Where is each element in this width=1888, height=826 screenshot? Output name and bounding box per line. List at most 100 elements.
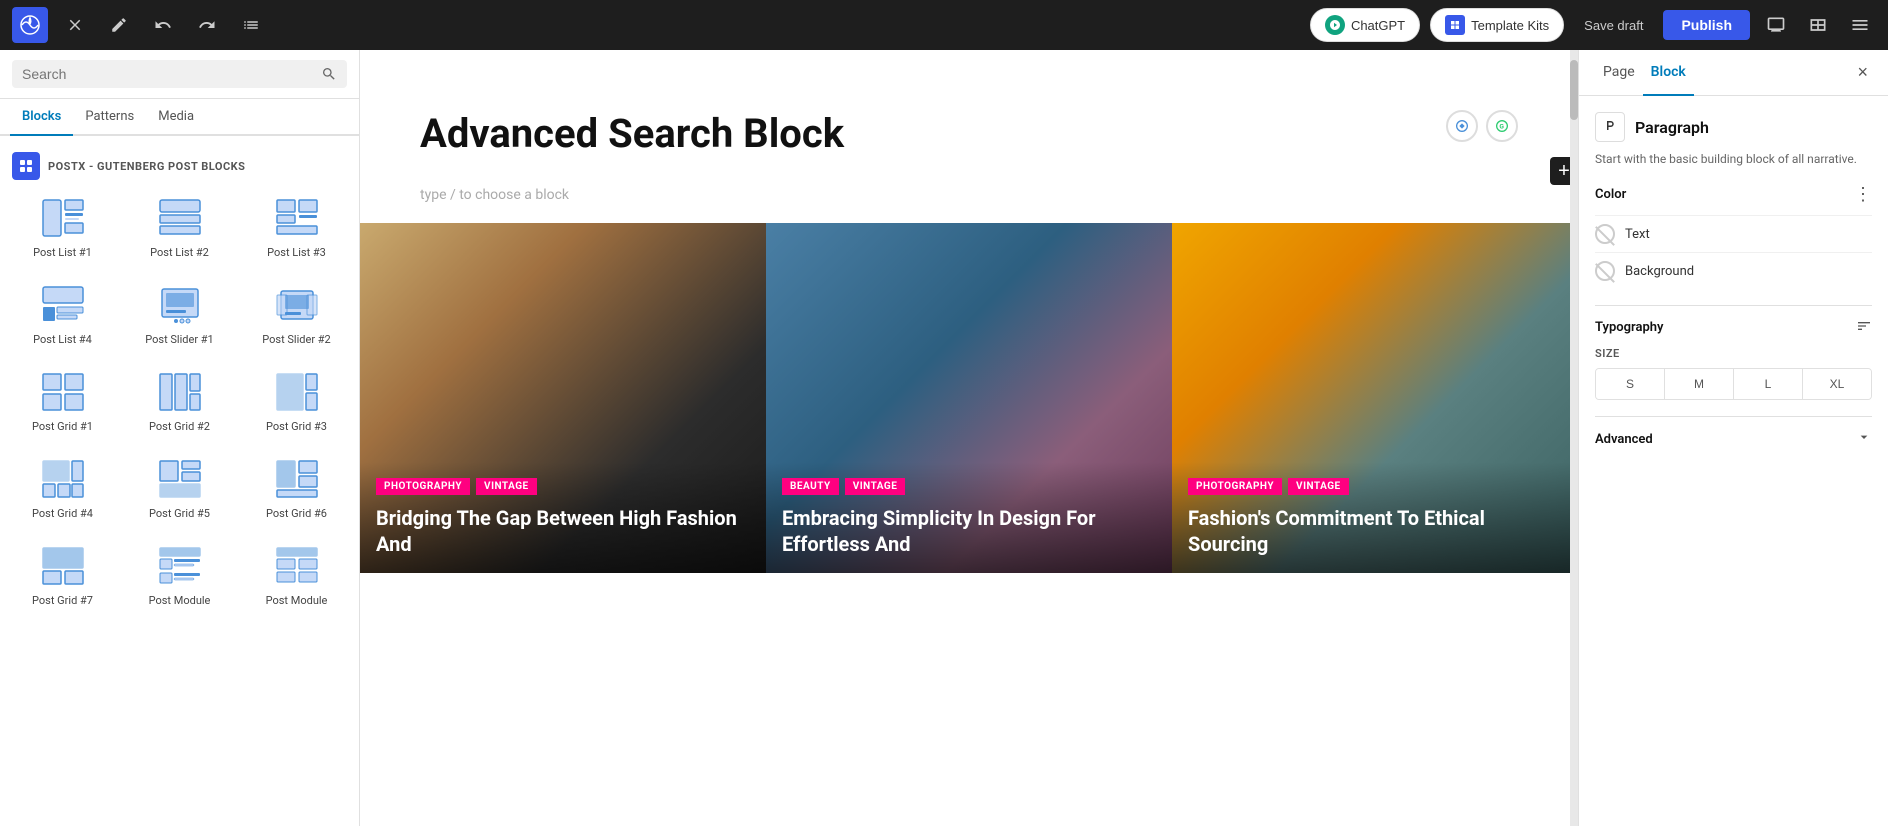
sidebar-icon (1850, 15, 1870, 35)
typography-settings-button[interactable] (1856, 318, 1872, 337)
post-grid-3-icon (275, 372, 319, 412)
block-icon (39, 457, 87, 501)
text-color-swatch[interactable] (1595, 224, 1615, 244)
block-label: Post Grid #7 (32, 594, 93, 607)
tab-patterns[interactable]: Patterns (73, 99, 146, 136)
block-label: Post Slider #2 (262, 333, 330, 346)
g-circle-icon: G (1494, 118, 1510, 134)
typography-title: Typography (1595, 320, 1664, 335)
block-icon (39, 544, 87, 588)
edit-icon (110, 16, 128, 34)
block-item-post-grid-7[interactable]: Post Grid #7 (10, 538, 115, 613)
block-item-post-module-2[interactable]: Post Module (244, 538, 349, 613)
size-s-button[interactable]: S (1596, 369, 1665, 399)
block-icon (156, 196, 204, 240)
redo-button[interactable] (190, 10, 224, 40)
block-item-post-slider-2[interactable]: Post Slider #2 (244, 277, 349, 352)
advanced-header[interactable]: Advanced (1595, 416, 1872, 461)
search-input[interactable] (22, 66, 313, 82)
left-sidebar: Blocks Patterns Media POSTX - GUTENBERG … (0, 50, 360, 826)
block-item-post-list-3[interactable]: Post List #3 (244, 190, 349, 265)
svg-text:G: G (1499, 123, 1504, 131)
card-title-3: Fashion's Commitment To Ethical Sourcing (1188, 505, 1562, 557)
color-section: Color ⋮ Text Background (1595, 184, 1872, 289)
text-color-label: Text (1625, 227, 1650, 242)
post-grid-2-icon (158, 372, 202, 412)
right-tab-block[interactable]: Block (1643, 50, 1694, 96)
post-module-1-icon (158, 546, 202, 586)
right-sidebar-close-button[interactable]: × (1853, 58, 1872, 87)
tab-media[interactable]: Media (146, 99, 206, 136)
paragraph-icon (1595, 112, 1625, 142)
close-button[interactable] (58, 10, 92, 40)
color-menu-button[interactable]: ⋮ (1854, 184, 1872, 205)
wordpress-icon (20, 15, 40, 35)
chatgpt-button[interactable]: ChatGPT (1310, 8, 1420, 42)
postx-editor-icon[interactable] (1446, 110, 1478, 142)
monitor-icon (1766, 15, 1786, 35)
template-kits-logo-icon (1449, 19, 1461, 31)
block-item-post-slider-1[interactable]: Post Slider #1 (127, 277, 232, 352)
block-label: Post Slider #1 (145, 333, 213, 346)
save-draft-button[interactable]: Save draft (1574, 12, 1653, 39)
color-section-title: Color (1595, 187, 1626, 202)
block-item-post-grid-1[interactable]: Post Grid #1 (10, 364, 115, 439)
block-label: Post List #1 (33, 246, 92, 259)
wp-logo[interactable] (12, 7, 48, 43)
gutenberg-editor-icon[interactable]: G (1486, 110, 1518, 142)
block-item-post-grid-6[interactable]: Post Grid #6 (244, 451, 349, 526)
size-m-button[interactable]: M (1665, 369, 1734, 399)
block-item-post-list-4[interactable]: Post List #4 (10, 277, 115, 352)
layout-icon (1808, 15, 1828, 35)
paragraph-icon-row: Paragraph (1595, 112, 1872, 142)
tab-blocks[interactable]: Blocks (10, 99, 73, 136)
block-icon (156, 370, 204, 414)
card-title-2: Embracing Simplicity In Design For Effor… (782, 505, 1156, 557)
size-l-button[interactable]: L (1734, 369, 1803, 399)
publish-button[interactable]: Publish (1663, 10, 1750, 40)
template-kits-icon (1445, 15, 1465, 35)
editor-scrollbar-thumb[interactable] (1570, 60, 1578, 120)
panel-section-title: Paragraph (1635, 118, 1709, 137)
list-view-button[interactable] (234, 10, 268, 40)
view-button[interactable] (1760, 9, 1792, 41)
undo-button[interactable] (146, 10, 180, 40)
section-label: POSTX - GUTENBERG POST BLOCKS (48, 160, 245, 173)
panel-section-desc: Start with the basic building block of a… (1595, 150, 1872, 168)
size-xl-button[interactable]: XL (1803, 369, 1871, 399)
editor-scroll[interactable]: Advanced Search Block G type / to choose… (360, 50, 1578, 826)
redo-icon (198, 16, 216, 34)
block-item-post-list-2[interactable]: Post List #2 (127, 190, 232, 265)
section-header: POSTX - GUTENBERG POST BLOCKS (10, 148, 349, 190)
sidebar-toggle-button[interactable] (1844, 9, 1876, 41)
advanced-section: Advanced (1595, 416, 1872, 461)
post-slider-1-icon (158, 285, 202, 325)
block-item-post-grid-3[interactable]: Post Grid #3 (244, 364, 349, 439)
post-list-4-icon (41, 285, 85, 325)
post-grid-1-icon (41, 372, 85, 412)
block-item-post-grid-2[interactable]: Post Grid #2 (127, 364, 232, 439)
post-grid-5-icon (158, 459, 202, 499)
card-tags-1: PHOTOGRAPHY VINTAGE (376, 478, 750, 495)
block-item-post-grid-4[interactable]: Post Grid #4 (10, 451, 115, 526)
image-card-3: PHOTOGRAPHY VINTAGE Fashion's Commitment… (1172, 223, 1578, 573)
page-title[interactable]: Advanced Search Block (420, 110, 1518, 157)
block-item-post-list-1[interactable]: Post List #1 (10, 190, 115, 265)
postx-icon (12, 152, 40, 180)
chatgpt-label: ChatGPT (1351, 18, 1405, 33)
card-overlay-1: PHOTOGRAPHY VINTAGE Bridging The Gap Bet… (360, 462, 766, 573)
typography-settings-icon (1856, 318, 1872, 334)
background-color-label: Background (1625, 264, 1694, 279)
block-icon (273, 370, 321, 414)
block-placeholder: type / to choose a block + (360, 187, 1578, 223)
layout-button[interactable] (1802, 9, 1834, 41)
block-label: Post Grid #2 (149, 420, 210, 433)
template-kits-button[interactable]: Template Kits (1430, 8, 1564, 42)
block-icon (39, 283, 87, 327)
block-item-post-grid-5[interactable]: Post Grid #5 (127, 451, 232, 526)
right-tab-page[interactable]: Page (1595, 50, 1643, 96)
block-item-post-module-1[interactable]: Post Module (127, 538, 232, 613)
background-color-swatch[interactable] (1595, 261, 1615, 281)
edit-button[interactable] (102, 10, 136, 40)
page-title-area: Advanced Search Block G (360, 50, 1578, 187)
